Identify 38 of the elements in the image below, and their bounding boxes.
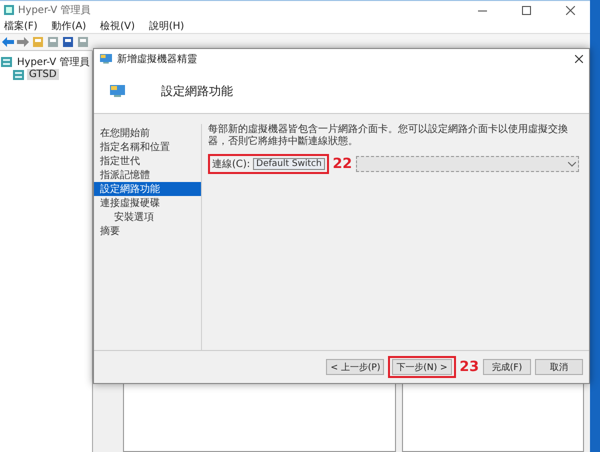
server-icon <box>13 70 24 80</box>
wizard-step[interactable]: 指定世代 <box>94 154 201 168</box>
monitor-icon <box>100 54 112 64</box>
wizard-step[interactable]: 摘要 <box>94 224 201 238</box>
menu-item[interactable]: 檢視(V) <box>100 19 135 33</box>
forward-icon[interactable] <box>17 37 29 47</box>
maximize-icon[interactable] <box>522 6 530 14</box>
description-text: 每部新的虛擬機器皆包含一片網路介面卡。您可以設定網路介面卡以使用虛擬交換器，否則它將維持中斷連線狀態。 <box>208 124 569 148</box>
tree-item[interactable]: GTSD <box>27 69 59 80</box>
close-icon[interactable] <box>566 6 574 14</box>
connection-value: Default Switch <box>253 158 325 170</box>
back-icon[interactable] <box>2 37 14 47</box>
caret-icon <box>568 162 576 166</box>
step-number: 23 <box>460 359 479 375</box>
wizard-step[interactable]: 指派記憶體 <box>94 168 201 182</box>
wizard-step[interactable]: 在您開始前 <box>94 126 201 140</box>
monitor-icon <box>110 85 125 97</box>
page-heading: 設定網路功能 <box>161 82 233 100</box>
wizard-button[interactable]: < 上一步(P) <box>326 359 384 375</box>
wizard-step[interactable]: 連接虛擬硬碟 <box>94 196 201 210</box>
connection-label: 連線(C): <box>212 158 250 171</box>
wizard-button[interactable]: 取消 <box>535 359 583 375</box>
connection-dropdown[interactable] <box>356 156 579 172</box>
wizard-button[interactable]: 完成(F) <box>483 359 531 375</box>
step-number: 22 <box>332 156 354 172</box>
tree-item[interactable]: Hyper-V 管理員 <box>15 54 92 68</box>
wizard-step[interactable]: 設定網路功能 <box>94 182 201 196</box>
menu-item[interactable]: 動作(A) <box>52 19 86 33</box>
app-icon <box>4 5 14 15</box>
wizard-step[interactable]: 安裝選項 <box>94 210 201 224</box>
window-title: Hyper-V 管理員 <box>18 4 92 17</box>
wizard-step[interactable]: 指定名稱和位置 <box>94 140 201 154</box>
server-icon <box>1 56 12 66</box>
dialog-title: 新增虛擬機器精靈 <box>117 52 198 66</box>
wizard-button[interactable]: 下一步(N) > <box>392 359 452 375</box>
close-icon[interactable] <box>575 55 583 63</box>
menu-item[interactable]: 說明(H) <box>148 19 184 33</box>
menu-item[interactable]: 檔案(F) <box>4 19 38 33</box>
